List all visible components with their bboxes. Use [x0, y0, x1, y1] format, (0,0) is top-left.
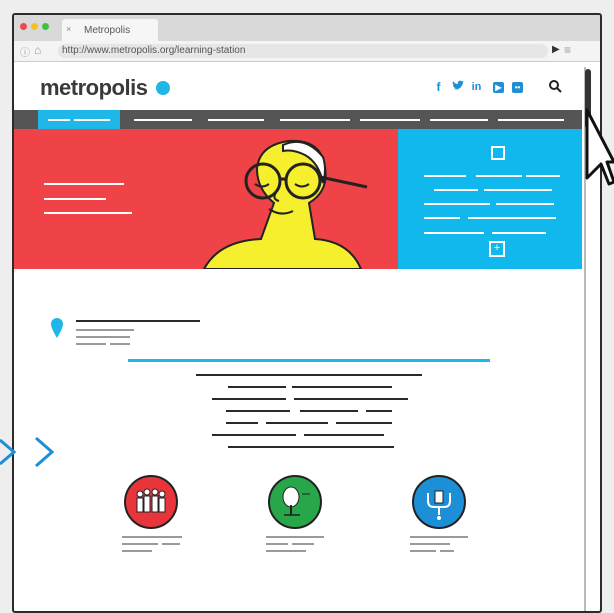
site-logo[interactable]: metropolis: [40, 75, 148, 101]
panel-text-line: [424, 203, 490, 205]
panel-text-line: [526, 175, 560, 177]
feature-caption-line: [266, 536, 324, 538]
panel-text-line: [496, 203, 554, 205]
address-line: [76, 343, 106, 345]
logo-dot: [156, 81, 170, 95]
linkedin-icon[interactable]: in: [471, 82, 482, 93]
hero-text-line: [44, 212, 132, 214]
minimize-window-button[interactable]: [31, 23, 38, 30]
body-text-line: [212, 434, 296, 436]
panel-text-line: [424, 175, 466, 177]
menu-icon[interactable]: ≡: [564, 43, 571, 57]
hero-text-line: [44, 198, 106, 200]
location-pin-icon: [50, 317, 64, 344]
panel-text-line: [468, 217, 556, 219]
chevron-right-icon: [0, 432, 70, 477]
section-divider: [128, 359, 490, 362]
address-line: [110, 343, 130, 345]
body-text-line: [366, 410, 392, 412]
body-text-line: [300, 410, 358, 412]
people-icon[interactable]: [124, 475, 178, 529]
url-field[interactable]: http://www.metropolis.org/learning-stati…: [58, 44, 548, 58]
info-icon[interactable]: ⓘ: [20, 44, 30, 59]
feature-caption-line: [292, 543, 314, 545]
nav-item[interactable]: [280, 119, 350, 121]
square-icon: [491, 146, 505, 160]
panel-text-line: [424, 217, 460, 219]
address-line: [76, 336, 130, 338]
nav-item[interactable]: [208, 119, 264, 121]
cursor-icon: [585, 108, 614, 193]
body-text-line: [266, 422, 328, 424]
feature-caption-line: [266, 543, 288, 545]
panel-text-line: [434, 189, 478, 191]
feature-caption-line: [122, 550, 152, 552]
feature-caption-line: [122, 536, 182, 538]
browser-tab[interactable]: × Metropolis: [62, 19, 158, 41]
title-bar: × Metropolis: [14, 15, 600, 41]
feature-caption-line: [410, 550, 436, 552]
home-icon[interactable]: ⌂: [34, 43, 41, 57]
panel-text-line: [476, 175, 522, 177]
feature-caption-line: [410, 536, 468, 538]
nav-item[interactable]: [498, 119, 564, 121]
feature-caption-line: [410, 543, 450, 545]
body-text-line: [292, 386, 392, 388]
body-text-line: [226, 410, 290, 412]
search-icon[interactable]: [548, 79, 562, 98]
address-line: [76, 329, 134, 331]
maximize-window-button[interactable]: [42, 23, 49, 30]
flickr-icon[interactable]: ••: [512, 82, 523, 93]
hero-illustration: [199, 129, 399, 270]
feature-caption-line: [440, 550, 454, 552]
play-icon[interactable]: ▶: [552, 44, 560, 55]
body-text-line: [228, 386, 286, 388]
body-text-line: [196, 374, 422, 376]
panel-text-line: [492, 232, 546, 234]
address-bar-row: ⓘ ⌂ http://www.metropolis.org/learning-s…: [14, 41, 600, 62]
body-text-line: [226, 422, 258, 424]
body-text-line: [294, 398, 408, 400]
body-text-line: [304, 434, 384, 436]
youtube-icon[interactable]: ▶: [493, 82, 504, 93]
body-text-line: [228, 446, 394, 448]
body-text-line: [336, 422, 392, 424]
feature-caption-line: [122, 543, 158, 545]
nav-item[interactable]: [430, 119, 488, 121]
water-tap-icon[interactable]: [412, 475, 466, 529]
close-window-button[interactable]: [20, 23, 27, 30]
body-text-line: [212, 398, 286, 400]
feature-caption-line: [266, 550, 306, 552]
nav-item[interactable]: [360, 119, 420, 121]
plus-icon[interactable]: +: [489, 241, 505, 257]
address-line: [76, 320, 200, 322]
browser-window: × Metropolis ⓘ ⌂ http://www.metropolis.o…: [12, 13, 602, 613]
tab-title: Metropolis: [84, 25, 131, 36]
panel-text-line: [424, 232, 484, 234]
nav-item-label: [74, 119, 110, 121]
panel-text-line: [484, 189, 552, 191]
tree-icon[interactable]: [268, 475, 322, 529]
tab-close-icon[interactable]: ×: [66, 24, 71, 34]
nav-item[interactable]: [134, 119, 192, 121]
feature-caption-line: [162, 543, 180, 545]
facebook-icon[interactable]: f: [433, 81, 444, 93]
nav-item-label: [48, 119, 70, 121]
hero-text-line: [44, 183, 124, 185]
twitter-icon[interactable]: [451, 79, 465, 98]
